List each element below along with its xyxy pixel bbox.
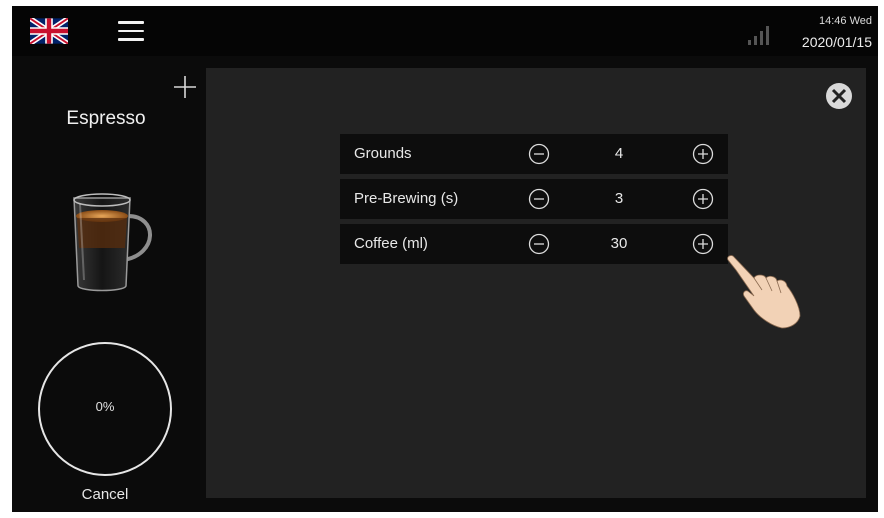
plus-icon[interactable]: [692, 143, 714, 165]
setting-label: Pre-Brewing (s): [354, 190, 459, 207]
plus-icon[interactable]: [692, 233, 714, 255]
hand-pointer-icon: [727, 255, 801, 329]
close-icon[interactable]: [825, 82, 853, 110]
time-day: 14:46 Wed: [818, 15, 872, 27]
progress-percent: 0%: [95, 399, 115, 414]
setting-row-pre-brewing: Pre-Brewing (s) 3: [340, 179, 728, 219]
signal-icon: [748, 26, 769, 45]
minus-icon[interactable]: [528, 143, 550, 165]
setting-label: Coffee (ml): [354, 235, 428, 252]
setting-value: 30: [610, 235, 628, 252]
plus-icon[interactable]: [172, 74, 198, 100]
setting-value: 4: [614, 145, 624, 162]
minus-icon[interactable]: [528, 233, 550, 255]
setting-label: Grounds: [354, 145, 412, 162]
date: 2020/01/15: [801, 34, 872, 50]
minus-icon[interactable]: [528, 188, 550, 210]
product-name: Espresso: [66, 108, 146, 129]
espresso-cup-image: [73, 193, 152, 292]
setting-row-coffee: Coffee (ml) 30: [340, 224, 728, 264]
setting-value: 3: [614, 190, 624, 207]
cancel-button[interactable]: Cancel: [38, 486, 172, 503]
setting-row-grounds: Grounds 4: [340, 134, 728, 174]
top-bar: 14:46 Wed 2020/01/15: [12, 6, 878, 56]
progress-ring: 0%: [38, 342, 172, 476]
sidebar: Espresso 0% Cancel: [12, 56, 218, 512]
menu-icon[interactable]: [118, 21, 144, 43]
uk-flag-icon[interactable]: [30, 18, 68, 44]
plus-icon[interactable]: [692, 188, 714, 210]
